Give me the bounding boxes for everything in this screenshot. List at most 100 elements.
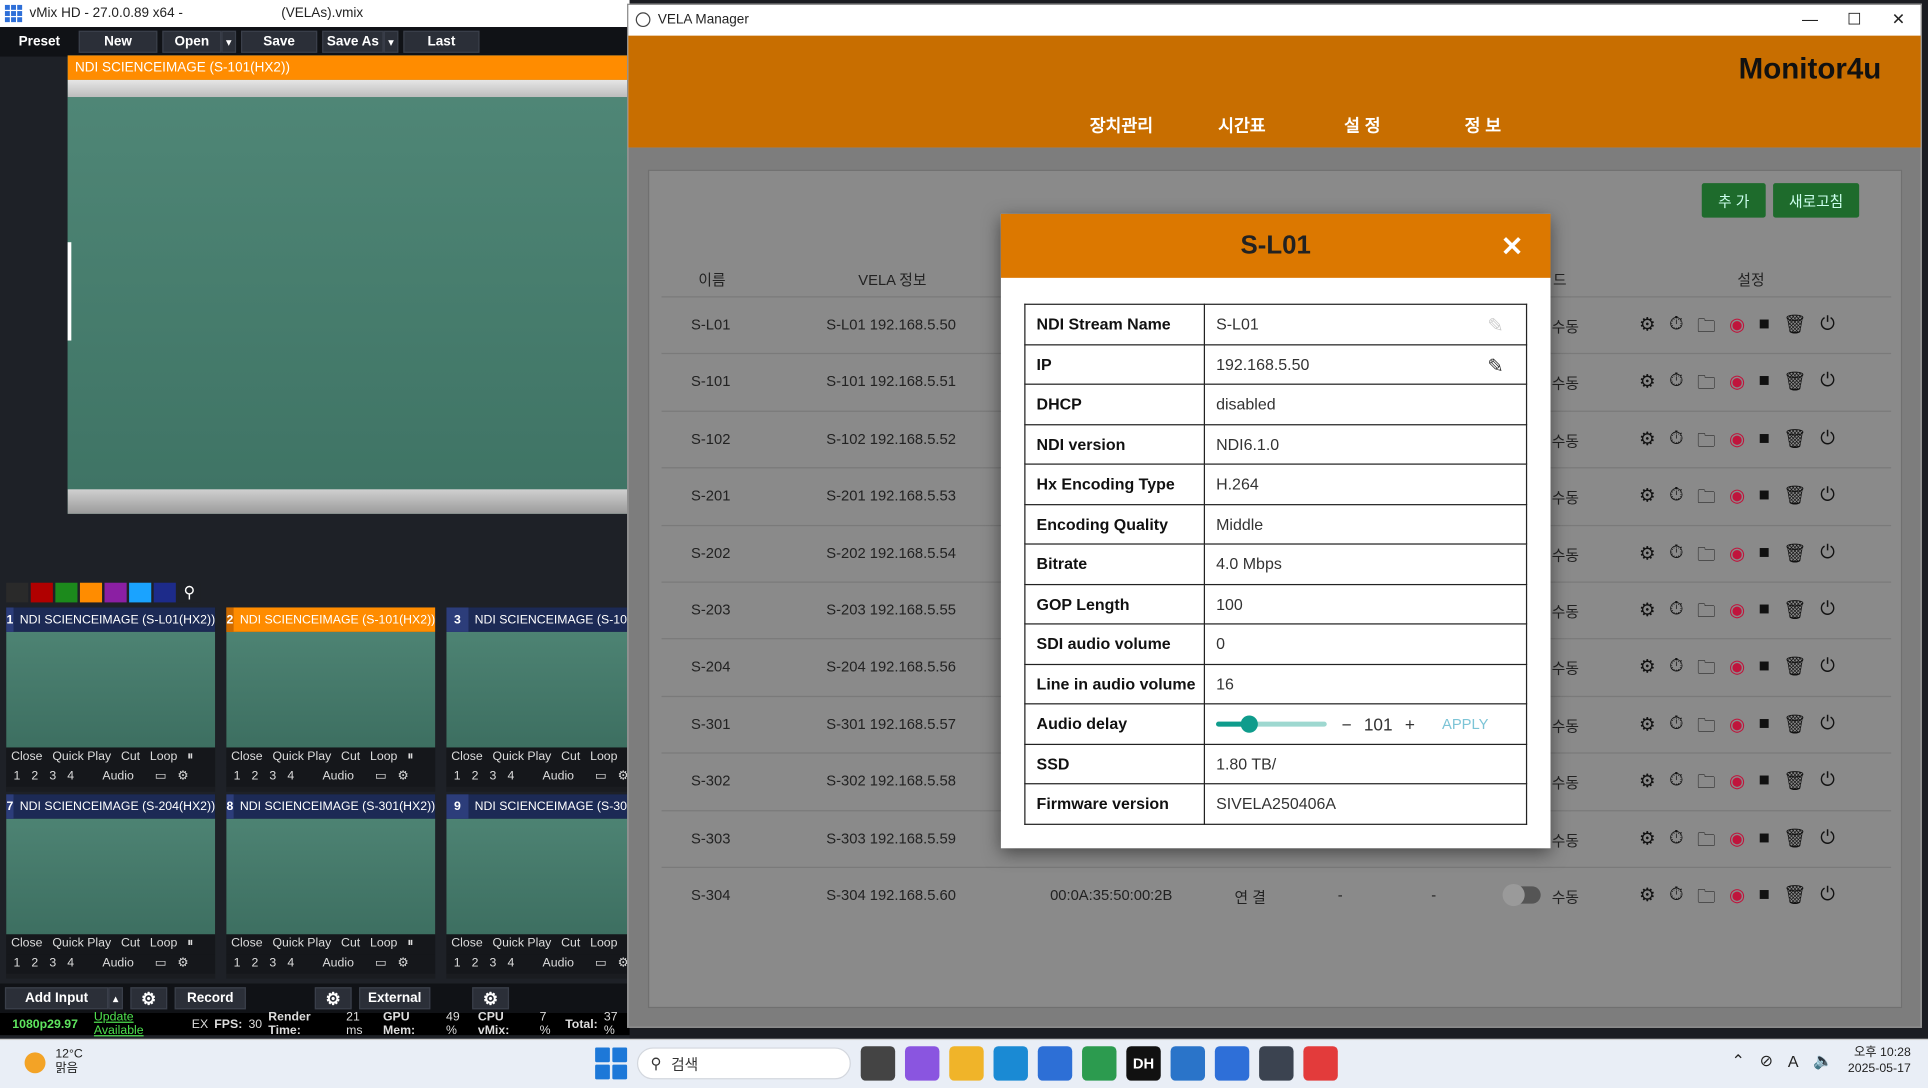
stop-icon[interactable]: ■ <box>1759 542 1770 573</box>
slider-knob[interactable] <box>1240 715 1258 733</box>
tile-bus-button[interactable]: Audio <box>322 770 353 785</box>
tile-bus-button[interactable]: 4 <box>507 770 514 785</box>
timer-icon[interactable]: ⏱ <box>1669 827 1683 858</box>
mode-toggle[interactable] <box>1502 883 1541 907</box>
gear-icon[interactable]: ⚙ <box>177 770 188 785</box>
folder-icon[interactable]: 🗀 <box>1697 827 1715 858</box>
gear-icon[interactable]: ⚙ <box>1639 371 1656 402</box>
tile-bus-button[interactable]: 2 <box>472 956 479 971</box>
nav-device-management[interactable]: 장치관리 <box>1061 113 1182 138</box>
folder-icon[interactable]: 🗀 <box>1697 542 1715 573</box>
power-icon[interactable]: ⏻ <box>1820 485 1835 516</box>
save-button[interactable]: Save <box>241 30 318 53</box>
folder-icon[interactable]: 🗀 <box>1697 313 1715 344</box>
tile-bus-button[interactable]: 4 <box>67 770 74 785</box>
weather-widget[interactable]: 12°C 맑음 <box>24 1047 83 1077</box>
trash-icon[interactable]: 🗑 <box>1783 542 1806 573</box>
swatch-red[interactable] <box>30 582 53 603</box>
gear-icon[interactable]: ⚙ <box>1639 656 1656 687</box>
input-tile[interactable]: 2 NDI SCIENCEIMAGE (S-101(HX2)) Close Quick… <box>226 607 436 792</box>
tile-control-button[interactable]: Loop <box>590 750 617 765</box>
copilot-icon[interactable] <box>904 1046 940 1081</box>
tile-control-button[interactable]: Cut <box>341 937 360 952</box>
power-icon[interactable]: ⏻ <box>1820 313 1835 344</box>
preset-button[interactable]: Preset <box>4 30 74 53</box>
refresh-button[interactable]: 새로고침 <box>1773 183 1860 218</box>
pause-icon[interactable]: ⏸ <box>407 750 413 765</box>
chevron-up-icon[interactable]: ⌃ <box>1731 1051 1744 1071</box>
tile-bus-button[interactable]: 2 <box>252 770 259 785</box>
tile-bus-button[interactable]: 4 <box>67 956 74 971</box>
tile-control-button[interactable]: Cut <box>561 750 580 765</box>
tile-bus-button[interactable]: Audio <box>102 956 133 971</box>
swatch-purple[interactable] <box>104 582 127 603</box>
tile-control-button[interactable]: Close <box>11 750 42 765</box>
stop-icon[interactable]: ■ <box>1759 485 1770 516</box>
open-button[interactable]: Open <box>162 30 222 53</box>
tile-thumbnail[interactable] <box>226 818 436 935</box>
search-icon[interactable]: ⚲ <box>178 582 201 603</box>
trash-icon[interactable]: 🗑 <box>1783 485 1806 516</box>
gear-icon[interactable]: ⚙ <box>1639 542 1656 573</box>
close-icon[interactable]: ✕ <box>1501 231 1524 263</box>
trash-icon[interactable]: 🗑 <box>1783 713 1806 744</box>
tile-control-button[interactable]: Close <box>231 750 262 765</box>
power-icon[interactable]: ⏻ <box>1820 656 1835 687</box>
input-tile[interactable]: 1 NDI SCIENCEIMAGE (S-L01(HX2)) Close Quick… <box>6 607 216 792</box>
tile-control-button[interactable]: Quick Play <box>52 750 111 765</box>
input-tile[interactable]: 7 NDI SCIENCEIMAGE (S-204(HX2)) Close Quick… <box>6 794 216 979</box>
gear-icon[interactable]: ⚙ <box>398 956 409 971</box>
record-icon[interactable]: ◉ <box>1729 485 1745 516</box>
minimize-icon[interactable]: — <box>1788 5 1832 35</box>
clock[interactable]: 오후 10:28 2025-05-17 <box>1848 1045 1911 1077</box>
tile-thumbnail[interactable] <box>226 631 436 748</box>
speaker-icon[interactable]: 🔈 <box>1813 1051 1833 1071</box>
tile-thumbnail[interactable] <box>6 818 216 935</box>
timer-icon[interactable]: ⏱ <box>1669 884 1683 915</box>
add-input-button[interactable]: Add Input <box>4 987 109 1010</box>
vmix-icon[interactable] <box>1214 1046 1250 1081</box>
trash-icon[interactable]: 🗑 <box>1783 770 1806 801</box>
power-icon[interactable]: ⏻ <box>1820 428 1835 459</box>
preview-monitor[interactable]: NDI SCIENCEIMAGE (S-101(HX2)) <box>67 55 630 514</box>
pause-icon[interactable]: ⏸ <box>407 937 413 952</box>
monitor-icon[interactable]: ▭ <box>595 956 607 971</box>
tile-bus-button[interactable]: 3 <box>490 770 497 785</box>
add-device-button[interactable]: 추 가 <box>1701 183 1766 218</box>
tile-control-button[interactable]: Loop <box>370 750 397 765</box>
tile-bus-button[interactable]: 1 <box>14 956 21 971</box>
trash-icon[interactable]: 🗑 <box>1783 827 1806 858</box>
tile-control-button[interactable]: Quick Play <box>493 750 552 765</box>
power-icon[interactable]: ⏻ <box>1820 884 1835 915</box>
record-settings-gear-icon[interactable]: ⚙ <box>130 987 168 1010</box>
timer-icon[interactable]: ⏱ <box>1669 428 1683 459</box>
stop-icon[interactable]: ■ <box>1759 827 1770 858</box>
tile-control-button[interactable]: Loop <box>150 750 177 765</box>
tile-control-button[interactable]: Close <box>11 937 42 952</box>
timer-icon[interactable]: ⏱ <box>1669 656 1683 687</box>
last-button[interactable]: Last <box>403 30 480 53</box>
tile-bus-button[interactable]: 4 <box>287 956 294 971</box>
chrome-icon[interactable] <box>1082 1046 1117 1081</box>
apply-button[interactable]: APPLY <box>1442 716 1488 733</box>
stop-icon[interactable]: ■ <box>1759 428 1770 459</box>
tile-control-button[interactable]: Quick Play <box>272 937 331 952</box>
gear-icon[interactable]: ⚙ <box>1639 313 1656 344</box>
tile-control-button[interactable]: Quick Play <box>272 750 331 765</box>
swatch-blue[interactable] <box>129 582 152 603</box>
swatch-orange[interactable] <box>79 582 103 603</box>
tile-thumbnail[interactable] <box>6 631 216 748</box>
timer-icon[interactable]: ⏱ <box>1669 371 1683 402</box>
tile-bus-button[interactable]: 2 <box>472 770 479 785</box>
tile-control-button[interactable]: Close <box>451 937 482 952</box>
audio-delay-slider[interactable] <box>1216 715 1327 733</box>
tile-bus-button[interactable]: 3 <box>49 770 56 785</box>
trash-icon[interactable]: 🗑 <box>1783 884 1806 915</box>
nav-schedule[interactable]: 시간표 <box>1182 113 1303 138</box>
monitor-icon[interactable]: ▭ <box>155 956 167 971</box>
gear-icon[interactable]: ⚙ <box>1639 428 1656 459</box>
swatch-green[interactable] <box>55 582 78 603</box>
gear-icon[interactable]: ⚙ <box>1639 827 1656 858</box>
tile-control-button[interactable]: Loop <box>590 937 617 952</box>
gear-icon[interactable]: ⚙ <box>398 770 409 785</box>
